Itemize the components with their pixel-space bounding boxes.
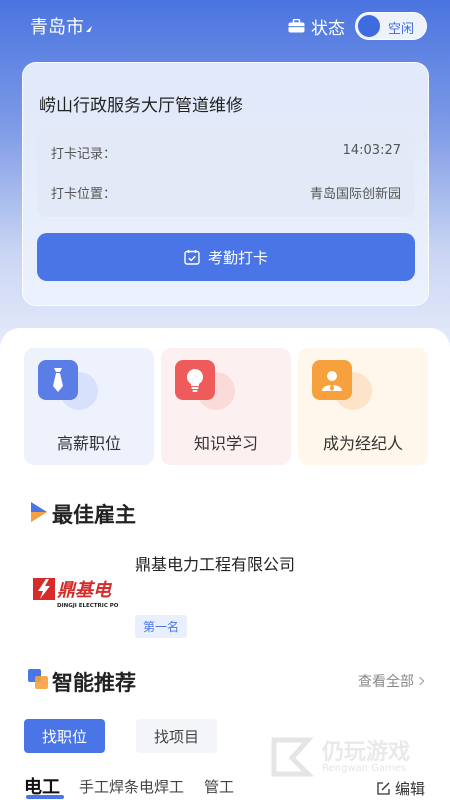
caret-down-icon <box>85 26 93 32</box>
record-label: 打卡记录： <box>51 147 117 162</box>
punch-button-label: 考勤打卡 <box>207 248 268 267</box>
category-pipefitter[interactable]: 管工 <box>204 776 234 797</box>
feature-label: 知识学习 <box>193 434 258 453</box>
squares-icon <box>28 669 48 689</box>
location-value: 青岛国际创新园 <box>309 187 401 202</box>
smart-recommend-title: 智能推荐 <box>52 671 136 695</box>
toggle-label: 空闲 <box>388 22 415 37</box>
edit-icon <box>377 782 390 795</box>
feature-become-agent[interactable]: 成为经纪人 <box>298 348 428 465</box>
calendar-check-icon <box>184 250 200 265</box>
company-logo[interactable]: 鼎基电 DINGJI ELECTRIC PO <box>32 572 122 612</box>
attendance-info: 打卡记录： 14:03:27 打卡位置： 青岛国际创新园 <box>37 127 415 217</box>
play-icon <box>31 502 47 522</box>
watermark: 仍玩游戏 Rengwan Games <box>270 732 440 780</box>
view-all-label: 查看全部 <box>358 674 414 690</box>
logo-text: 鼎基电 <box>57 580 113 601</box>
location-label: 打卡位置： <box>51 187 117 202</box>
feature-knowledge[interactable]: 知识学习 <box>161 348 291 465</box>
status-toggle[interactable]: 空闲 <box>355 12 427 40</box>
category-welder[interactable]: 手工焊条电焊工 <box>79 776 184 797</box>
tab-find-project[interactable]: 找项目 <box>136 719 218 753</box>
tie-icon <box>38 360 78 400</box>
status-area: 状态 空闲 <box>288 12 427 40</box>
status-label: 状态 <box>311 18 345 39</box>
feature-label: 高薪职位 <box>56 434 121 453</box>
rank-badge: 第一名 <box>135 615 188 638</box>
location-row: 打卡位置： 青岛国际创新园 <box>51 183 401 203</box>
watermark-logo <box>271 737 315 777</box>
toggle-knob <box>358 15 380 37</box>
company-name[interactable]: 鼎基电力工程有限公司 <box>135 552 295 578</box>
tab-find-job[interactable]: 找职位 <box>24 719 106 753</box>
record-row: 打卡记录： 14:03:27 <box>51 143 401 163</box>
person-icon <box>312 360 352 400</box>
watermark-subtitle: Rengwan Games <box>322 763 407 774</box>
top-bar: 青岛市 状态 空闲 <box>0 0 450 52</box>
view-all-link[interactable]: 查看全部 <box>358 671 425 691</box>
punch-in-button[interactable]: 考勤打卡 <box>37 233 415 281</box>
briefcase-icon <box>288 19 305 33</box>
feature-label: 成为经纪人 <box>322 434 403 453</box>
attendance-card: 崂山行政服务大厅管道维修 打卡记录： 14:03:27 打卡位置： 青岛国际创新… <box>22 62 429 306</box>
record-time: 14:03:27 <box>342 143 401 158</box>
watermark-title: 仍玩游戏 <box>322 740 411 765</box>
project-title: 崂山行政服务大厅管道维修 <box>39 96 243 116</box>
lightbulb-icon <box>175 360 215 400</box>
edit-label: 编辑 <box>395 780 426 798</box>
city-name: 青岛市 <box>30 17 84 38</box>
category-active-indicator <box>26 795 64 799</box>
city-selector[interactable]: 青岛市 <box>30 13 93 39</box>
logo-subtext: DINGJI ELECTRIC PO <box>57 603 119 609</box>
best-employer-title: 最佳雇主 <box>52 503 136 527</box>
category-row: 电工 手工焊条电焊工 管工 <box>24 776 434 800</box>
chevron-right-icon <box>415 676 425 686</box>
feature-high-salary[interactable]: 高薪职位 <box>24 348 154 465</box>
edit-button[interactable]: 编辑 <box>376 778 425 799</box>
